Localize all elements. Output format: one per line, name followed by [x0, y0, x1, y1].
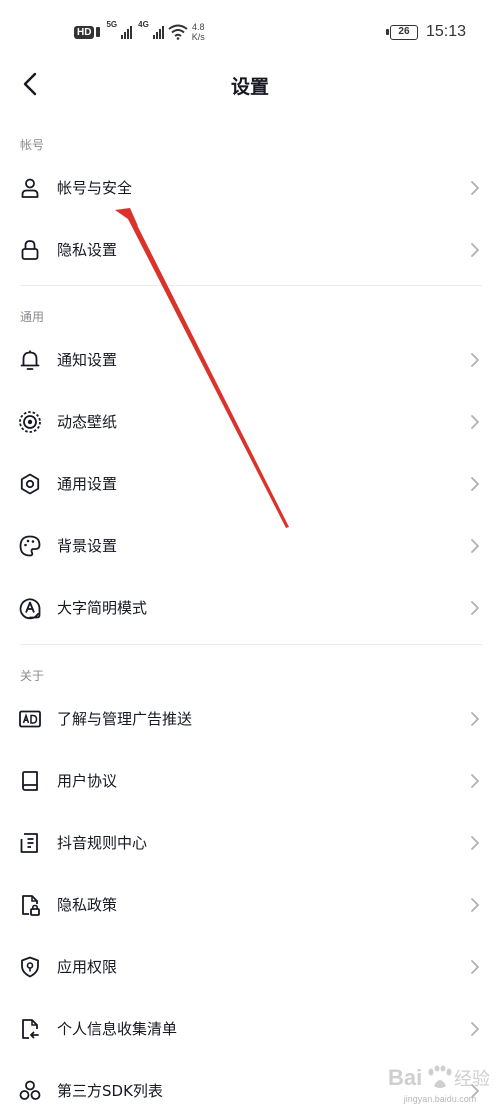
svg-text:Bai: Bai	[388, 1065, 422, 1090]
rules-document-icon	[20, 833, 38, 853]
settings-item-label: 应用权限	[57, 958, 118, 976]
chevron-right-icon	[471, 243, 480, 257]
chevron-right-icon	[471, 774, 480, 788]
settings-item-label: 通知设置	[57, 351, 118, 369]
watermark-url: jingyan.baidu.com	[403, 1094, 477, 1104]
network-speed: 4.8 K/s	[192, 22, 205, 42]
palette-icon	[19, 535, 41, 557]
divider	[20, 644, 482, 645]
section-header-account: 帐号	[20, 138, 45, 152]
chevron-right-icon	[471, 836, 480, 850]
signal-icon	[152, 25, 164, 39]
chevron-right-icon	[471, 415, 480, 429]
gear-icon	[20, 473, 40, 495]
chevron-right-icon	[471, 1022, 480, 1036]
battery-icon: 26	[385, 24, 418, 40]
settings-item-label: 大字简明模式	[57, 599, 148, 617]
settings-item-label: 了解与管理广告推送	[57, 710, 193, 728]
settings-item-general-settings[interactable]: 通用设置	[0, 453, 500, 515]
user-icon	[21, 178, 39, 198]
settings-item-privacy-settings[interactable]: 隐私设置	[0, 219, 500, 281]
chevron-right-icon	[471, 601, 480, 615]
settings-item-label: 抖音规则中心	[57, 834, 148, 852]
settings-item-rules-center[interactable]: 抖音规则中心	[0, 812, 500, 874]
chevron-right-icon	[471, 539, 480, 553]
watermark: Bai 经验 jingyan.baidu.com	[384, 1058, 496, 1108]
settings-item-app-permissions[interactable]: 应用权限	[0, 936, 500, 998]
settings-item-label: 隐私设置	[57, 241, 118, 259]
settings-item-label: 背景设置	[57, 537, 118, 555]
settings-item-ad-management[interactable]: 了解与管理广告推送	[0, 688, 500, 750]
settings-item-background[interactable]: 背景设置	[0, 515, 500, 577]
network-type-2: 4G	[138, 20, 149, 29]
clock: 15:13	[425, 23, 466, 40]
svg-text:经验: 经验	[454, 1069, 490, 1089]
settings-item-user-agreement[interactable]: 用户协议	[0, 750, 500, 812]
section-header-general: 通用	[20, 310, 45, 324]
sim-icon	[96, 27, 101, 37]
settings-item-label: 用户协议	[57, 772, 118, 790]
chevron-right-icon	[471, 477, 480, 491]
font-size-icon	[19, 598, 41, 620]
settings-item-label: 通用设置	[57, 475, 118, 493]
shield-icon	[21, 956, 39, 978]
chevron-right-icon	[471, 898, 480, 912]
divider	[20, 285, 482, 286]
chevron-right-icon	[471, 181, 480, 195]
settings-item-label: 第三方SDK列表	[57, 1082, 163, 1100]
status-indicators: HD 5G 4G 4.8 K/s	[74, 20, 205, 44]
status-bar: HD 5G 4G 4.8 K/s 26 15:13	[0, 0, 500, 62]
settings-item-label: 帐号与安全	[57, 179, 133, 197]
settings-item-label: 个人信息收集清单	[57, 1020, 178, 1038]
network-type-1: 5G	[106, 20, 118, 29]
settings-item-account-security[interactable]: 帐号与安全	[0, 157, 500, 219]
settings-item-label: 隐私政策	[57, 896, 118, 914]
wifi-icon	[168, 24, 188, 40]
settings-item-notifications[interactable]: 通知设置	[0, 329, 500, 391]
settings-item-personal-info-list[interactable]: 个人信息收集清单	[0, 998, 500, 1060]
settings-item-label: 动态壁纸	[57, 413, 118, 431]
section-header-about: 关于	[20, 669, 45, 683]
network-speed-value: 4.8	[192, 22, 205, 32]
status-right: 26 15:13	[385, 20, 466, 44]
settings-item-live-wallpaper[interactable]: 动态壁纸	[0, 391, 500, 453]
privacy-document-icon	[22, 895, 40, 916]
file-export-icon	[22, 1019, 39, 1039]
chevron-right-icon	[471, 960, 480, 974]
chevron-right-icon	[471, 353, 480, 367]
page-title: 设置	[230, 76, 269, 98]
settings-item-privacy-policy[interactable]: 隐私政策	[0, 874, 500, 936]
sdk-icon	[19, 1080, 41, 1100]
book-icon	[22, 771, 38, 791]
hd-badge: HD	[74, 25, 95, 39]
chevron-right-icon	[471, 712, 480, 726]
ad-icon	[19, 710, 41, 728]
nav-bar: 设置	[0, 62, 500, 106]
settings-item-large-font-mode[interactable]: 大字简明模式	[0, 577, 500, 639]
bell-icon	[20, 350, 40, 370]
live-wallpaper-icon	[19, 411, 41, 433]
lock-icon	[21, 240, 39, 260]
baidu-watermark-logo: Bai 经验	[388, 1065, 490, 1090]
network-speed-unit: K/s	[191, 32, 205, 42]
signal-icon	[121, 25, 133, 39]
